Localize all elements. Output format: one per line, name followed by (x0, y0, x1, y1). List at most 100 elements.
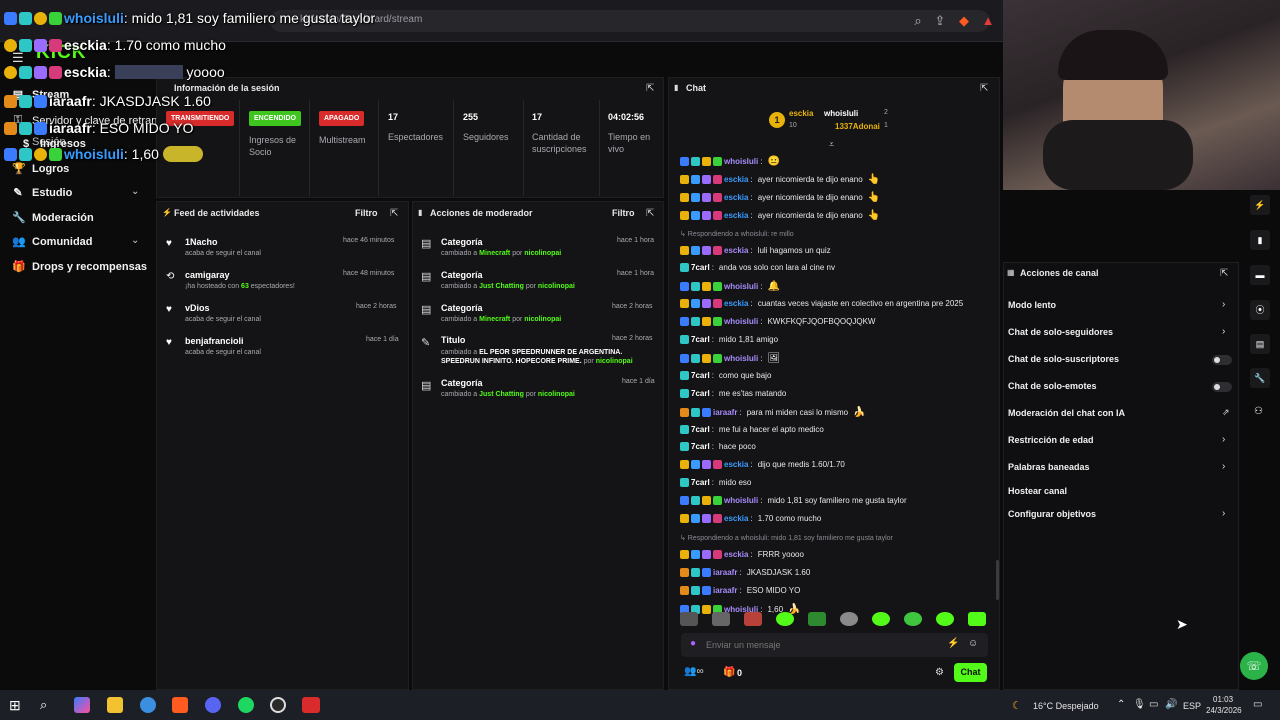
status-pill-multistream[interactable]: APAGADO (319, 111, 365, 126)
chat-message[interactable]: whoisluli: KWKFKQFJQOFBQOQJQKW (680, 317, 875, 327)
mic-tray-icon[interactable]: 🎙 (1133, 699, 1146, 710)
action-followers-only[interactable]: Chat de solo-seguidores (1008, 327, 1113, 337)
notifications-icon[interactable]: ▭ (1253, 699, 1262, 710)
chevron-right-icon[interactable]: › (1222, 508, 1225, 519)
external-link-icon[interactable]: ⇗ (1222, 407, 1230, 418)
search-icon[interactable]: ⌕ (40, 697, 47, 713)
chat-username[interactable]: 7carl (691, 335, 710, 344)
chat-message[interactable]: 7carl: como que bajo (680, 370, 771, 380)
support-button[interactable]: ☏ (1240, 652, 1268, 680)
feed-user[interactable]: camigaray (185, 270, 230, 280)
popout-icon[interactable]: ⇱ (980, 83, 988, 94)
rail-users-icon[interactable]: ⚇ (1254, 406, 1263, 417)
chat-reply-context[interactable]: ↳ Respondiendo a whoisluli: re millo (680, 230, 794, 238)
spotify-icon[interactable] (238, 697, 254, 713)
chat-message[interactable]: esckia: dijo que medis 1.60/1.70 (680, 460, 845, 470)
feed-user[interactable]: benjafrancioli (185, 336, 244, 346)
expand-icon[interactable]: ⩡ (829, 139, 834, 150)
rail-broadcast-icon[interactable]: ⦿ (1250, 300, 1270, 320)
send-chat-button[interactable]: Chat (954, 663, 987, 682)
status-pill-partner[interactable]: ENCENDIDO (249, 111, 302, 126)
chat-username[interactable]: esckia (724, 193, 748, 202)
emoji-icon[interactable]: ☺ (968, 638, 978, 649)
chevron-down-icon[interactable]: ⌄ (131, 235, 139, 246)
feed-filter-button[interactable]: Filtro (355, 208, 378, 218)
chat-message[interactable]: esckia: luli hagamos un quiz (680, 245, 831, 255)
sidebar-item-community[interactable]: 👥 Comunidad (12, 235, 93, 249)
chat-username[interactable]: esckia (724, 175, 748, 184)
chat-scrollbar[interactable] (996, 560, 999, 600)
gifter-name[interactable]: 1337Adonai (835, 122, 880, 131)
popout-icon[interactable]: ⇱ (646, 208, 654, 219)
action-age-restriction[interactable]: Restricción de edad (1008, 435, 1094, 445)
rail-doc-icon[interactable]: ▮ (1250, 230, 1270, 250)
sidebar-item-studio[interactable]: ✎ Estudio (12, 186, 72, 200)
emote-icon[interactable] (840, 612, 858, 626)
chat-message[interactable]: 7carl: mido 1,81 amigo (680, 335, 778, 344)
emote-icon[interactable] (872, 612, 890, 626)
chat-message[interactable]: 7carl: me fui a hacer el apto medico (680, 424, 824, 434)
chat-username[interactable]: esckia (724, 211, 748, 220)
chat-message[interactable]: whoisluli: 🖼 (680, 353, 780, 364)
gifter-name[interactable]: whoisluli (824, 109, 858, 118)
chevron-right-icon[interactable]: › (1222, 461, 1225, 472)
chat-username[interactable]: esckia (724, 550, 748, 559)
chat-username[interactable]: 7carl (691, 478, 710, 487)
chat-message[interactable]: 7carl: anda vos solo con lara al cine nv (680, 263, 835, 273)
emote-icon[interactable] (680, 612, 698, 626)
feed-user[interactable]: 1Nacho (185, 237, 218, 247)
chat-username[interactable]: 7carl (691, 263, 710, 272)
mic-icon[interactable]: ● (690, 638, 696, 649)
chevron-right-icon[interactable]: › (1222, 326, 1225, 337)
chat-message[interactable]: esckia: ayer nicomierda te dijo enano 👆 (680, 210, 880, 221)
clock-time[interactable]: 01:03 (1213, 695, 1233, 704)
chat-username[interactable]: 7carl (691, 442, 710, 451)
chrome-icon[interactable] (140, 697, 156, 713)
chat-message[interactable]: esckia: FRRR yoooo (680, 549, 804, 559)
chat-username[interactable]: iaraafr (713, 586, 737, 595)
chat-username[interactable]: whoisluli (724, 496, 758, 505)
chat-message[interactable]: esckia: ayer nicomierda te dijo enano 👆 (680, 174, 880, 185)
chat-username[interactable]: iaraafr (713, 408, 737, 417)
chat-username[interactable]: whoisluli (724, 354, 758, 363)
windows-start-icon[interactable]: ⊞ (9, 697, 21, 714)
clock-date[interactable]: 24/3/2026 (1206, 706, 1242, 715)
chat-username[interactable]: whoisluli (724, 157, 758, 166)
modactions-filter-button[interactable]: Filtro (612, 208, 635, 218)
subscribers-only-toggle[interactable] (1212, 355, 1232, 365)
rail-wrench-icon[interactable]: 🔧 (1250, 368, 1270, 388)
chat-message[interactable]: whoisluli: mido 1,81 soy familiero me gus… (680, 496, 907, 506)
chat-message[interactable]: iaraafr: JKASDJASK 1.60 (680, 567, 810, 577)
sidebar-item-drops[interactable]: 🎁 Drops y recompensas (12, 260, 147, 274)
file-explorer-icon[interactable] (107, 697, 123, 713)
share-icon[interactable]: ⇪ (932, 13, 948, 29)
action-host-channel[interactable]: Hostear canal (1008, 486, 1067, 496)
action-slow-mode[interactable]: Modo lento (1008, 300, 1056, 310)
chat-message[interactable]: whoisluli: 😐 (680, 156, 780, 167)
chat-username[interactable]: esckia (724, 299, 748, 308)
network-icon[interactable]: ▭ (1149, 699, 1158, 710)
discord-icon[interactable] (205, 697, 221, 713)
chat-message[interactable]: esckia:1.70 como mucho (680, 514, 821, 523)
gift-icon[interactable]: 🎁 (723, 667, 735, 678)
emotes-only-toggle[interactable] (1212, 382, 1232, 392)
rail-list-icon[interactable]: ▤ (1250, 334, 1270, 354)
popout-icon[interactable]: ⇱ (646, 83, 654, 94)
tray-chevron-icon[interactable]: ⌃ (1117, 699, 1125, 710)
chat-username[interactable]: 7carl (691, 389, 710, 398)
chevron-right-icon[interactable]: › (1222, 434, 1225, 445)
chat-username[interactable]: esckia (724, 246, 748, 255)
chat-message[interactable]: 7carl: mido eso (680, 478, 751, 488)
action-ai-moderation[interactable]: Moderación del chat con IA (1008, 408, 1125, 418)
brave-taskbar-icon[interactable] (172, 697, 188, 713)
emote-icon[interactable] (712, 612, 730, 626)
volume-icon[interactable]: 🔊 (1165, 699, 1177, 710)
action-configure-goals[interactable]: Configurar objetivos (1008, 509, 1096, 519)
gift-emote-icon[interactable]: ⚡ (947, 638, 959, 649)
alert-icon[interactable]: ▲ (980, 13, 996, 29)
popout-icon[interactable]: ⇱ (390, 208, 398, 219)
chat-message[interactable]: iaraafr: ESO MIDO YO (680, 585, 800, 595)
chat-reply-context[interactable]: ↳ Respondiendo a whoisluli: mido 1,81 so… (680, 534, 893, 542)
emote-icon[interactable] (936, 612, 954, 626)
chevron-down-icon[interactable]: ⌄ (131, 186, 139, 197)
